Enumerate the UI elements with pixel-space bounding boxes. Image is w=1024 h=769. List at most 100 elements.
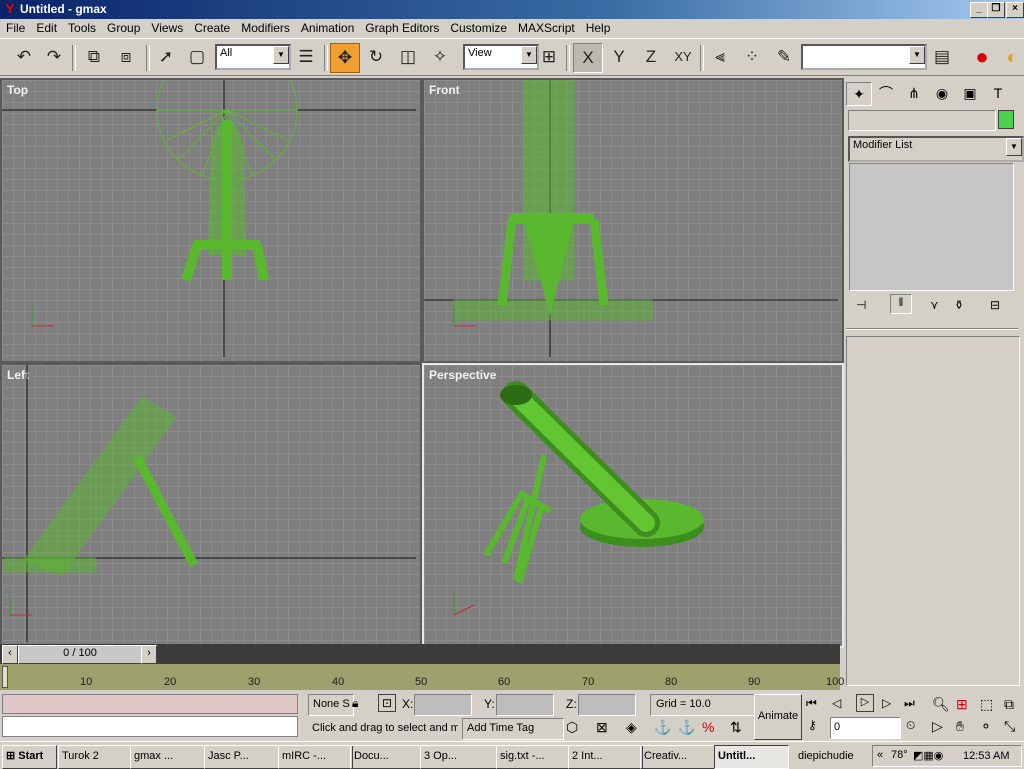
select-by-name-icon[interactable]: ☰ — [292, 43, 320, 71]
task-item[interactable]: Creativ... — [640, 745, 715, 769]
task-item[interactable]: 2 Int... — [568, 745, 643, 769]
hierarchy-tab-icon[interactable]: ⋔ — [902, 82, 926, 104]
tray-expand-icon[interactable]: « — [877, 749, 883, 761]
percent-snap-icon[interactable]: % — [702, 719, 714, 735]
viewport-left[interactable]: Left — [0, 363, 422, 648]
x-coordinate-field[interactable] — [414, 694, 472, 716]
snaps-3d-icon[interactable]: ⚓ — [654, 719, 671, 736]
render-icon[interactable]: ◐ — [998, 43, 1024, 71]
rectangular-selection-icon[interactable]: ▢ — [183, 43, 211, 71]
angle-snap-icon[interactable]: ⚓ — [678, 719, 695, 736]
menu-edit[interactable]: Edit — [30, 19, 62, 35]
zoom-extents-all-icon[interactable]: ⧉ — [1004, 696, 1014, 713]
arc-rotate-icon[interactable]: ⚬ — [980, 718, 992, 735]
remove-modifier-icon[interactable]: ⚱ — [954, 298, 964, 312]
zoom-all-icon[interactable]: ⊞ — [956, 696, 968, 713]
z-coordinate-field[interactable] — [578, 694, 636, 716]
select-and-rotate-icon[interactable]: ↻ — [362, 43, 390, 71]
menu-customize[interactable]: Customize — [444, 19, 512, 35]
make-unique-icon[interactable]: ⋎ — [930, 298, 939, 312]
viewport-top[interactable]: Top — [0, 78, 422, 363]
menu-graph-editors[interactable]: Graph Editors — [359, 19, 444, 35]
menu-help[interactable]: Help — [580, 19, 616, 35]
configure-modifier-sets-icon[interactable]: ⊟ — [990, 298, 1000, 312]
modifier-stack-list[interactable] — [849, 163, 1014, 291]
select-and-manipulate-icon[interactable]: ✧ — [426, 43, 454, 71]
window-crossing-icon[interactable]: ⬡ — [566, 719, 578, 736]
key-mode-icon[interactable]: ⚷ — [808, 718, 817, 732]
material-editor-icon[interactable]: ● — [968, 43, 996, 71]
select-and-link-icon[interactable]: ⧉ — [80, 43, 108, 71]
start-button[interactable]: ⊞ Start — [2, 745, 57, 769]
time-next-icon[interactable]: › — [141, 645, 157, 664]
menu-create[interactable]: Create — [188, 19, 235, 35]
mirror-icon[interactable]: ⫷ — [706, 43, 734, 71]
task-item[interactable]: Turok 2 — [58, 745, 131, 769]
restrict-to-y-button[interactable]: Y — [605, 43, 633, 71]
object-color-swatch[interactable] — [998, 110, 1014, 129]
spinner-snap-icon[interactable]: ⇅ — [730, 719, 742, 736]
named-selection-dropdown[interactable]: ▼ — [801, 44, 927, 70]
task-item[interactable]: sig.txt -... — [496, 745, 569, 769]
undo-icon[interactable]: ↶ — [10, 43, 38, 71]
gmax-logo-icon[interactable]: Y — [3, 2, 17, 16]
restrict-to-z-button[interactable]: Z — [637, 43, 665, 71]
time-configuration-icon[interactable]: ⏲ — [906, 718, 915, 733]
minimize-button[interactable]: _ — [970, 2, 988, 18]
menu-group[interactable]: Group — [101, 19, 145, 35]
viewport-perspective[interactable]: Perspective — [422, 363, 844, 648]
next-frame-icon[interactable]: ▷ — [882, 696, 891, 710]
time-prev-icon[interactable]: ‹ — [2, 645, 18, 664]
time-slider-track[interactable]: ‹ 0 / 100 › — [0, 644, 840, 664]
maxscript-listener-mini[interactable] — [2, 694, 298, 714]
restrict-to-xy-button[interactable]: XY — [669, 43, 697, 71]
motion-tab-icon[interactable]: ◉ — [930, 82, 954, 104]
menu-animation[interactable]: Animation — [295, 19, 359, 35]
zoom-icon[interactable]: 🔍︎ — [932, 696, 950, 713]
pan-icon[interactable]: ✋︎ — [956, 718, 964, 735]
viewport-front[interactable]: Front — [422, 78, 844, 363]
box-icon[interactable]: ◈ — [626, 719, 637, 736]
use-pivot-center-icon[interactable]: ⊞ — [535, 43, 563, 71]
menu-views[interactable]: Views — [145, 19, 188, 35]
go-to-end-icon[interactable]: ⏭ — [904, 696, 915, 711]
task-item-active[interactable]: Untitl... — [714, 745, 789, 769]
modify-tab-icon[interactable]: ⌒ — [874, 82, 898, 104]
pin-stack-icon[interactable]: ⊣ — [856, 298, 866, 312]
animate-button[interactable]: Animate — [754, 694, 802, 740]
menu-modifiers[interactable]: Modifiers — [235, 19, 295, 35]
modifier-list-dropdown[interactable]: Modifier List ▼ — [848, 136, 1024, 162]
maxscript-input[interactable] — [2, 716, 298, 737]
object-name-field[interactable] — [848, 110, 996, 131]
restrict-to-x-button[interactable]: X — [573, 43, 603, 73]
select-object-icon[interactable]: ➚ — [152, 43, 180, 71]
display-tab-icon[interactable]: ▣ — [958, 82, 982, 104]
tray-icons[interactable]: ◩▦◉ — [913, 749, 943, 762]
align-icon[interactable]: ✎ — [770, 43, 798, 71]
absolute-mode-icon[interactable]: ⊡ — [378, 694, 396, 712]
previous-frame-icon[interactable]: ◁ — [832, 696, 841, 710]
maximize-button[interactable]: ❐ — [987, 2, 1005, 18]
task-item[interactable]: Docu... — [350, 745, 421, 769]
current-frame-field[interactable]: 0 — [830, 717, 901, 739]
create-tab-icon[interactable]: ✦ — [846, 82, 872, 106]
unlink-selection-icon[interactable]: ⧈ — [112, 43, 140, 71]
go-to-start-icon[interactable]: ⏮ — [806, 696, 817, 711]
menu-maxscript[interactable]: MAXScript — [512, 19, 580, 35]
utilities-tab-icon[interactable]: T — [986, 82, 1010, 104]
task-item[interactable]: gmax ... — [130, 745, 205, 769]
select-and-scale-icon[interactable]: ◫ — [394, 43, 422, 71]
show-end-result-icon[interactable]: ‖ — [890, 294, 912, 314]
menu-file[interactable]: File — [0, 19, 30, 35]
field-of-view-icon[interactable]: ▷ — [932, 718, 943, 735]
menu-tools[interactable]: Tools — [62, 19, 101, 35]
task-item[interactable]: Jasc P... — [204, 745, 279, 769]
maximize-viewport-icon[interactable]: ⤡ — [1004, 718, 1015, 735]
degradation-override-icon[interactable]: ⊠ — [596, 719, 608, 736]
zoom-extents-icon[interactable]: ⬚ — [980, 696, 993, 713]
play-icon[interactable]: ▷ — [856, 694, 874, 712]
task-item[interactable]: 3 Op... — [420, 745, 497, 769]
time-slider-thumb[interactable]: 0 / 100 — [18, 645, 142, 664]
close-button[interactable]: × — [1006, 2, 1024, 18]
reference-coordinate-dropdown[interactable]: View ▼ — [463, 44, 539, 70]
